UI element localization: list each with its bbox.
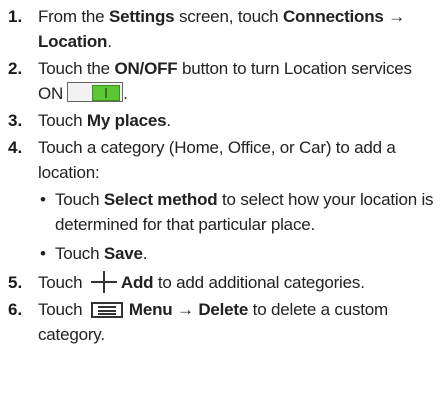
text: .: [142, 244, 148, 263]
step-3: 3. Touch My places.: [0, 108, 441, 133]
step-number: 2.: [8, 59, 23, 78]
step-number: 5.: [8, 273, 23, 292]
text: .: [123, 84, 128, 103]
step-number: 4.: [8, 138, 23, 157]
text: Touch: [55, 244, 104, 263]
step-number: 6.: [8, 300, 23, 319]
substep-2: • Touch Save.: [0, 241, 441, 266]
text: screen, touch: [174, 7, 283, 26]
text: Touch the: [38, 59, 115, 78]
substep-text: Touch Save.: [55, 244, 148, 263]
on-off-toggle-icon: [67, 82, 124, 102]
instruction-list: 1. From the Settings screen, touch Conne…: [0, 0, 445, 347]
step-6: 6. Touch Menu → Delete to delete a custo…: [0, 297, 441, 347]
substep-text: Touch Select method to select how your l…: [55, 190, 434, 234]
bullet: •: [40, 190, 46, 209]
step-1: 1. From the Settings screen, touch Conne…: [0, 4, 441, 54]
text: to add additional categories.: [153, 273, 365, 292]
text: Touch: [38, 111, 87, 130]
step-text: Touch a category (Home, Office, or Car) …: [38, 138, 396, 182]
toggle-knob: [92, 85, 121, 101]
step-text: From the Settings screen, touch Connecti…: [38, 7, 405, 51]
text: Touch: [38, 300, 87, 319]
text: From the: [38, 7, 109, 26]
bold-text: Select method: [103, 190, 218, 209]
step-text: Touch Menu → Delete to delete a custom c…: [38, 300, 388, 344]
bullet: •: [40, 244, 46, 263]
substep-1: • Touch Select method to select how your…: [0, 187, 441, 237]
step-number: 3.: [8, 111, 23, 130]
menu-icon: [90, 302, 123, 318]
text: Touch: [38, 273, 87, 292]
step-text: Touch My places.: [38, 111, 171, 130]
bold-text: Menu → Delete: [128, 300, 249, 319]
bold-text: My places: [86, 111, 167, 130]
text: Touch: [55, 190, 104, 209]
bold-text: Settings: [108, 7, 175, 26]
bold-text: Add: [120, 273, 154, 292]
plus-icon: [90, 271, 117, 293]
step-text: Touch the ON/OFF button to turn Location…: [38, 59, 412, 103]
step-number: 1.: [8, 7, 23, 26]
step-text: Touch Add to add additional categories.: [38, 271, 365, 293]
step-2: 2. Touch the ON/OFF button to turn Locat…: [0, 56, 441, 106]
text: .: [166, 111, 171, 130]
bold-text: Save: [103, 244, 143, 263]
step-5: 5. Touch Add to add additional categorie…: [0, 270, 441, 295]
bold-text: ON/OFF: [114, 59, 178, 78]
text: .: [107, 32, 112, 51]
step-4: 4. Touch a category (Home, Office, or Ca…: [0, 135, 441, 185]
